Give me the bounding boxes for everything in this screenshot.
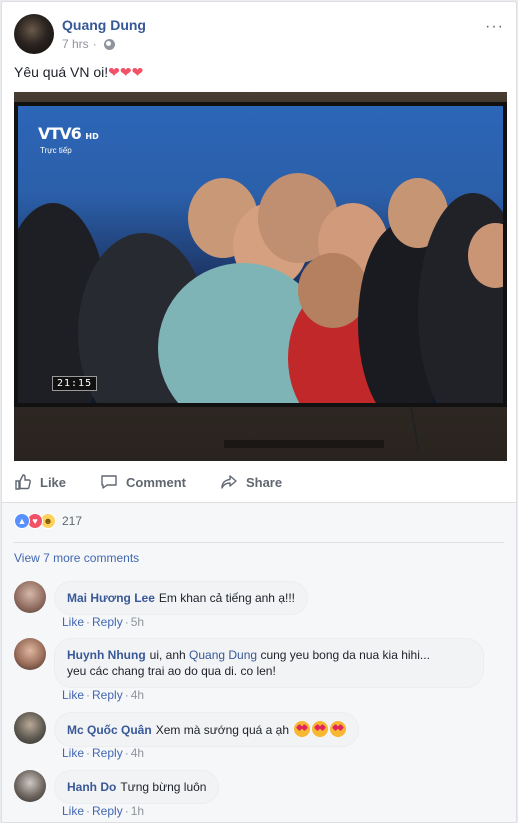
match-clock: 21:15 <box>52 376 98 391</box>
comment-actions: Like · Reply · 5h <box>62 615 145 629</box>
commenter-name[interactable]: Mc Quốc Quân <box>67 723 152 737</box>
comment-time[interactable]: 1h <box>131 804 144 818</box>
comment-reply-link[interactable]: Reply <box>92 804 123 818</box>
comment-actions: Like · Reply · 4h <box>62 746 145 760</box>
share-button[interactable]: Share <box>220 473 282 491</box>
tv-cable <box>410 407 420 452</box>
view-more-comments-link[interactable]: View 7 more comments <box>14 551 139 565</box>
comment-like-link[interactable]: Like <box>62 688 84 702</box>
comment-text-line2: yeu các chang trai ao do qua di. co len! <box>67 664 276 678</box>
commenter-name[interactable]: Mai Hương Lee <box>67 591 155 605</box>
comment-item: Huynh Nhung ui, anh Quang Dung cung yeu b… <box>14 638 504 704</box>
live-label: Trực tiếp <box>40 146 72 155</box>
comment-icon <box>101 475 117 489</box>
comment-item: Mc Quốc Quân Xem mà sướng quá a ạh Like · R… <box>14 712 504 762</box>
reaction-summary[interactable]: ▲ ♥ ☻ 217 <box>14 513 82 529</box>
comment-bubble: Mc Quốc Quân Xem mà sướng quá a ạh <box>54 712 360 747</box>
comment-time[interactable]: 4h <box>131 746 144 760</box>
commenter-avatar[interactable] <box>14 770 46 802</box>
like-label: Like <box>40 474 67 490</box>
comments-section: ▲ ♥ ☻ 217 View 7 more comments Mai Hương… <box>2 502 516 822</box>
commenter-avatar[interactable] <box>14 581 46 613</box>
like-reaction-icon: ▲ <box>14 513 30 529</box>
heart-eyes-emoji-icon <box>312 721 329 737</box>
share-icon <box>221 475 237 489</box>
comment-like-link[interactable]: Like <box>62 615 84 629</box>
comment-text: Em khan cả tiếng anh ạ!!! <box>158 591 295 605</box>
comment-bubble: Hanh Do Tưng bừng luôn <box>54 770 220 804</box>
post-meta: 7 hrs · <box>62 37 115 51</box>
commenter-name[interactable]: Huynh Nhung <box>67 648 146 662</box>
comment-reply-link[interactable]: Reply <box>92 746 123 760</box>
share-label: Share <box>245 474 283 490</box>
comment-bubble: Mai Hương Lee Em khan cả tiếng anh ạ!!! <box>54 581 308 615</box>
comment-text-continued: cung yeu bong da nua kia hihi... <box>260 648 430 662</box>
comment-reply-link[interactable]: Reply <box>92 615 123 629</box>
author-avatar[interactable] <box>14 14 54 54</box>
comment-label: Comment <box>126 474 186 490</box>
heart-eyes-emoji-icon <box>330 721 347 737</box>
tv-screen: VTV6 HD Trực tiếp <box>18 106 503 403</box>
reaction-count: 217 <box>62 514 83 528</box>
more-options-icon[interactable]: ··· <box>485 18 504 36</box>
comment-item: Hanh Do Tưng bừng luôn Like · Reply · 1h <box>14 770 504 820</box>
comment-actions: Like · Reply · 1h <box>62 804 145 818</box>
channel-logo: VTV6 HD <box>38 124 99 143</box>
post-card: Quang Dung 7 hrs · ··· Yêu quá VN oi!❤❤❤ <box>1 1 517 823</box>
celebrating-players <box>18 163 503 403</box>
comment-like-link[interactable]: Like <box>62 804 84 818</box>
post-header: Quang Dung 7 hrs · ··· <box>14 14 504 54</box>
comment-bubble: Huynh Nhung ui, anh Quang Dung cung yeu b… <box>54 638 484 688</box>
commenter-name[interactable]: Hanh Do <box>67 780 116 794</box>
heart-emojis: ❤❤❤ <box>108 64 144 80</box>
post-message: Yêu quá VN oi! <box>14 64 109 80</box>
comment-reply-link[interactable]: Reply <box>92 688 123 702</box>
heart-eyes-emoji-icon <box>294 721 311 737</box>
tv-frame: VTV6 HD Trực tiếp 21:15 <box>14 102 507 407</box>
thumbs-up-icon <box>15 474 31 490</box>
post-time[interactable]: 7 hrs <box>62 37 89 51</box>
comment-text: ui, anh <box>149 648 186 662</box>
author-name[interactable]: Quang Dung <box>62 17 146 33</box>
comment-text: Tưng bừng luôn <box>120 780 207 794</box>
meta-separator: · <box>92 37 97 51</box>
divider <box>14 542 504 543</box>
tv-stand <box>224 440 384 448</box>
commenter-avatar[interactable] <box>14 712 46 744</box>
post-actions: Like Comment Share <box>14 468 504 496</box>
comment-actions: Like · Reply · 4h <box>62 688 145 702</box>
like-button[interactable]: Like <box>14 473 66 491</box>
post-text: Yêu quá VN oi!❤❤❤ <box>14 64 143 81</box>
commenter-avatar[interactable] <box>14 638 46 670</box>
comment-mention[interactable]: Quang Dung <box>189 648 257 662</box>
globe-icon <box>103 38 115 50</box>
comment-text: Xem mà sướng quá a ạh <box>155 723 289 737</box>
comment-like-link[interactable]: Like <box>62 746 84 760</box>
post-photo[interactable]: VTV6 HD Trực tiếp 21:15 <box>14 92 507 461</box>
comment-item: Mai Hương Lee Em khan cả tiếng anh ạ!!! L… <box>14 581 504 631</box>
comment-time[interactable]: 5h <box>131 615 144 629</box>
comment-button[interactable]: Comment <box>100 473 186 491</box>
comment-time[interactable]: 4h <box>131 688 144 702</box>
